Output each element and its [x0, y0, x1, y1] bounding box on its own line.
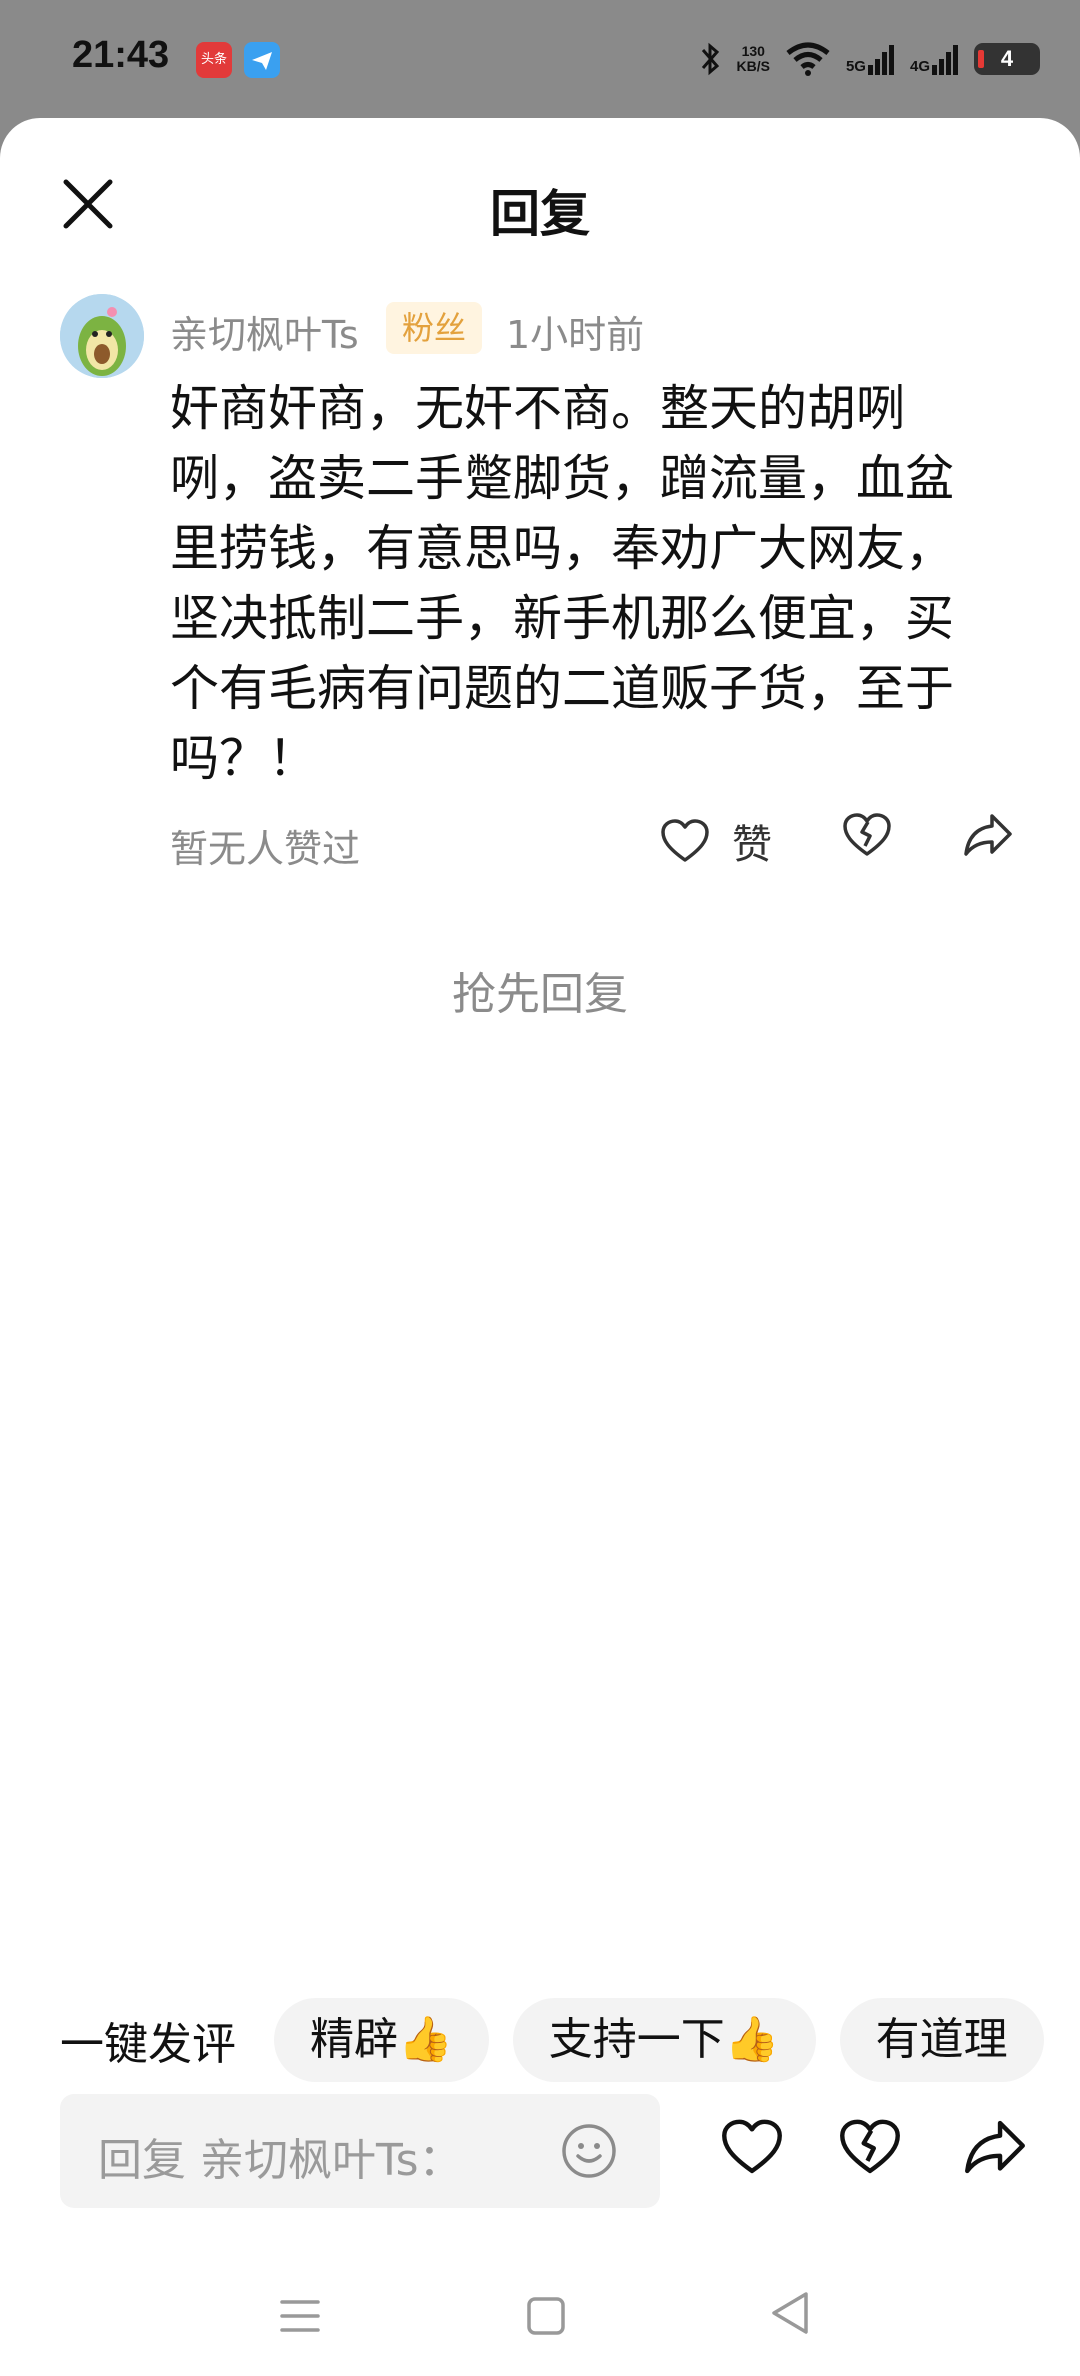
- empty-state-first-reply[interactable]: 抢先回复: [0, 958, 1080, 1022]
- timestamp: 1小时前: [506, 313, 645, 357]
- emoji-button[interactable]: [560, 2122, 618, 2184]
- fan-badge: 粉丝: [386, 302, 483, 354]
- avocado-avatar-icon: [60, 294, 144, 378]
- bottom-share-button[interactable]: [962, 2118, 1028, 2180]
- avatar[interactable]: [60, 294, 144, 378]
- battery-indicator: 4: [974, 43, 1040, 75]
- like-button[interactable]: 赞: [660, 812, 772, 870]
- quick-reply-chip[interactable]: 精辟👍: [274, 1998, 489, 2082]
- net-speed: 130 KB/S: [737, 44, 770, 74]
- reply-sheet: 回复 亲切枫叶Ts 粉丝 1小时前 奸商奸商，无奸不商。整天的胡咧咧，盗卖二手蹩…: [0, 118, 1080, 2376]
- signal-4g-label: 4G: [909, 58, 930, 75]
- heart-icon: [722, 2119, 782, 2174]
- broken-heart-icon: [840, 2119, 900, 2174]
- signal-bars-icon: [932, 45, 958, 75]
- like-label: 赞: [732, 822, 772, 868]
- menu-icon: [280, 2300, 320, 2332]
- reply-input[interactable]: 回复 亲切枫叶Ts：: [60, 2094, 660, 2208]
- status-bar: 21:43 头条 130 KB/S 5G 4G 4: [0, 0, 1080, 118]
- bluetooth-icon: [701, 42, 719, 76]
- nav-back-button[interactable]: [770, 2290, 810, 2340]
- signal-4g: 4G: [910, 43, 960, 75]
- signal-5g-label: 5G: [845, 58, 866, 75]
- dislike-button[interactable]: [842, 812, 892, 862]
- smiley-icon: [562, 2124, 616, 2178]
- nav-menu-button[interactable]: [280, 2296, 320, 2340]
- status-time: 21:43: [72, 34, 170, 76]
- square-home-icon: [527, 2297, 565, 2335]
- broken-heart-icon: [843, 813, 891, 856]
- reply-input-placeholder: 回复 亲切枫叶Ts：: [98, 2135, 463, 2186]
- telegram-app-icon: [244, 42, 280, 78]
- wifi-icon: [786, 42, 830, 76]
- nav-home-button[interactable]: [526, 2296, 566, 2340]
- sheet-title: 回复: [490, 185, 590, 243]
- signal-bars-icon: [867, 45, 894, 75]
- quick-reply-row: 一键发评 精辟👍 支持一下👍 有道理: [60, 1998, 1080, 2082]
- username[interactable]: 亲切枫叶Ts: [170, 304, 359, 359]
- share-arrow-icon: [964, 814, 1012, 856]
- net-speed-value: 130: [741, 43, 765, 59]
- quick-reply-chip[interactable]: 有道理: [839, 1998, 1044, 2082]
- quick-reply-chip[interactable]: 支持一下👍: [512, 1998, 816, 2082]
- bottom-dislike-button[interactable]: [838, 2118, 902, 2180]
- bottom-like-button[interactable]: [720, 2118, 784, 2180]
- comment-text: 奸商奸商，无奸不商。整天的胡咧咧，盗卖二手蹩脚货，蹭流量，血盆里捞钱，有意思吗，…: [170, 380, 955, 787]
- toutiao-app-icon: 头条: [196, 42, 232, 78]
- likes-status: 暂无人赞过: [170, 827, 361, 871]
- status-icons: 130 KB/S 5G 4G 4: [699, 36, 1040, 82]
- share-button[interactable]: [962, 812, 1014, 862]
- signal-5g: 5G: [846, 43, 896, 75]
- net-speed-unit: KB/S: [736, 58, 770, 74]
- back-triangle-icon: [772, 2292, 808, 2334]
- heart-icon: [661, 819, 709, 862]
- quick-reply-label: 一键发评: [60, 2019, 236, 2070]
- share-arrow-icon: [965, 2120, 1025, 2174]
